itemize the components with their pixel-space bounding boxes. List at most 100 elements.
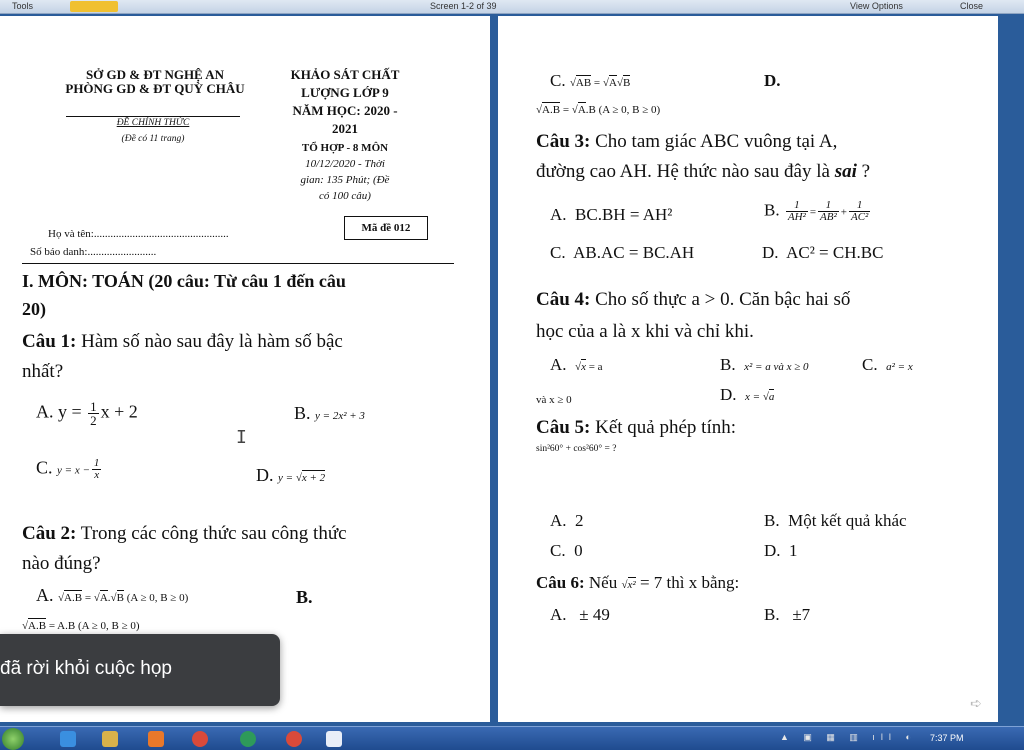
q2-option-c: C. √AB = √A√B — [550, 71, 631, 91]
q3-b-f2: 1 AB² — [818, 200, 839, 223]
chrome-icon-2[interactable] — [286, 731, 302, 747]
folder-icon[interactable] — [70, 1, 118, 12]
q1-c-label: C. — [36, 457, 53, 478]
word-icon[interactable] — [326, 731, 342, 747]
header-gian: gian: 135 Phút; (Đề — [300, 174, 390, 186]
media-icon[interactable] — [148, 731, 164, 747]
close-button[interactable]: Close — [960, 1, 983, 12]
header-ngay: 10/12/2020 - Thời — [305, 158, 385, 170]
q4-a-text: = a — [585, 361, 603, 373]
ho-ten-field: Họ và tên:..............................… — [48, 228, 229, 240]
text-cursor-icon: I — [236, 427, 247, 448]
q1-d-radicand: x + 2 — [301, 470, 326, 484]
q2-c-label: C. — [550, 71, 566, 90]
q1-option-b: B. y = 2x² + 3 — [294, 403, 365, 424]
screen-counter: Screen 1-2 of 39 — [430, 1, 497, 11]
q2-d-label: D. — [764, 71, 781, 90]
q2-c-rad3: B — [622, 75, 631, 89]
q1-a-pre: y = — [58, 401, 87, 422]
q6-a-text: ± 49 — [579, 605, 610, 624]
q1-a-label: A. — [36, 401, 54, 422]
q2-stem-cont: nào đúng? — [22, 553, 101, 574]
q5-label: Câu 5: — [536, 417, 591, 438]
q1-a-num: 1 — [88, 399, 99, 414]
header-co-cau: có 100 câu) — [319, 190, 371, 202]
view-options-button[interactable]: View Options — [850, 1, 903, 12]
q4-d-label: D. — [720, 385, 737, 404]
q2-a-label: A. — [36, 585, 54, 605]
clock[interactable]: 7:37 PM — [930, 733, 964, 743]
q4-stem-cont: học của a là x khi và chỉ khi. — [536, 321, 754, 342]
system-tray[interactable]: ▲ ▣ ▦ ▥ ıll ◐ — [780, 732, 917, 743]
q3-stem: Câu 3: Cho tam giác ABC vuông tại A, — [536, 131, 837, 153]
folder-icon[interactable] — [102, 731, 118, 747]
q2-a-eq: = — [82, 592, 94, 604]
q5-expression: sin²60° + cos²60° = ? — [536, 444, 617, 454]
sqrt-icon: √ — [621, 579, 628, 591]
q5-d-text: 1 — [789, 541, 798, 560]
q2-option-d: √A.B = √A.B (A ≥ 0, B ≥ 0) — [536, 102, 660, 116]
q5-c-text: 0 — [574, 541, 583, 560]
q3-sai: sai — [834, 161, 857, 182]
header-phong: PHÒNG GD & ĐT QUỲ CHÂU — [65, 81, 245, 96]
q3-option-c: C. AB.AC = BC.AH — [550, 243, 694, 263]
q6-option-a: A. ± 49 — [550, 605, 610, 625]
q2-a-rad3: B — [116, 590, 124, 604]
q2-option-b: √A.B = A.B (A ≥ 0, B ≥ 0) — [22, 618, 140, 632]
q5-text: Kết quả phép tính: — [590, 417, 737, 438]
viewer-toolbar: Tools Screen 1-2 of 39 View Options Clos… — [0, 0, 1024, 14]
sqrt-icon: √ — [93, 592, 100, 604]
q6-label: Câu 6: — [536, 573, 585, 592]
ie-icon[interactable] — [60, 731, 76, 747]
q1-a-fraction: 12 — [88, 400, 99, 427]
q4-b-label: B. — [720, 355, 736, 374]
q3-c-label: C. — [550, 243, 566, 262]
section-title-cont: 20) — [22, 299, 46, 319]
q6-a-label: A. — [550, 605, 567, 624]
q2-option-d-label: D. — [764, 71, 781, 91]
chrome-icon[interactable] — [192, 731, 208, 747]
q4-label: Câu 4: — [536, 289, 591, 310]
q1-option-c: C. y = x −1 x — [36, 458, 103, 481]
document-page-2: C. √AB = √A√B D. √A.B = √A.B (A ≥ 0, B ≥… — [498, 16, 998, 722]
q1-option-d: D. y = √x + 2 — [256, 465, 326, 486]
q2-label: Câu 2: — [22, 523, 77, 544]
q2-b-rad: A.B — [28, 618, 47, 632]
q5-c-label: C. — [550, 541, 566, 560]
q4-d-rad: a — [768, 389, 775, 403]
q3-b-f2d: AB² — [820, 211, 837, 223]
header-divider — [66, 116, 240, 117]
next-page-arrow-icon[interactable]: ➪ — [970, 696, 982, 712]
q2-d-eq: = — [560, 104, 572, 116]
q1-c-den: x — [94, 469, 100, 481]
q1-stem: Câu 1: Hàm số nào sau đây là hàm số bậc — [22, 331, 343, 353]
q3-b-f1: 1 AH² — [785, 200, 808, 223]
q4-option-c: C. a² = x — [862, 355, 913, 375]
q6-stem: Câu 6: Nếu √x² = 7 thì x bằng: — [536, 573, 739, 593]
q4-stem: Câu 4: Cho số thực a > 0. Căn bậc hai số — [536, 289, 851, 311]
q1-option-a: A. y = 12x + 2 — [36, 400, 138, 427]
q3-option-a: A. BC.BH = AH² — [550, 205, 673, 225]
browser-icon[interactable] — [240, 731, 256, 747]
q5-d-label: D. — [764, 541, 781, 560]
q4-a-label: A. — [550, 355, 567, 374]
toast-message: đã rời khỏi cuộc họp — [0, 658, 172, 679]
header-nam-hoc: NĂM HỌC: 2020 - — [292, 103, 398, 118]
q3-a-text: BC.BH = AH² — [575, 205, 673, 224]
q5-option-d: D. 1 — [764, 541, 798, 561]
q3-b-f3d: AC² — [851, 211, 869, 223]
header-so-trang: (Đề có 11 trang) — [121, 134, 185, 144]
q3-option-d: D. AC² = CH.BC — [762, 243, 883, 263]
q4-b-text: x² = a và x ≥ 0 — [744, 361, 809, 373]
q6-b-text: ±7 — [792, 605, 811, 624]
q2-d-rad1: A.B — [542, 102, 561, 116]
q4-text: Cho số thực a > 0. Căn bậc hai số — [590, 289, 851, 310]
header-de-chinh-thuc: ĐỀ CHÍNH THỨC — [116, 118, 190, 128]
ma-de-box: Mã đề 012 — [344, 216, 428, 240]
start-button[interactable] — [2, 728, 24, 750]
sqrt-icon: √ — [569, 77, 576, 89]
tools-menu[interactable]: Tools — [12, 1, 33, 12]
q6-rad: x² — [627, 577, 636, 591]
document-page-1: SỞ GD & ĐT NGHỆ AN PHÒNG GD & ĐT QUỲ CHÂ… — [0, 16, 490, 722]
q3-b-plus: + — [840, 206, 847, 219]
